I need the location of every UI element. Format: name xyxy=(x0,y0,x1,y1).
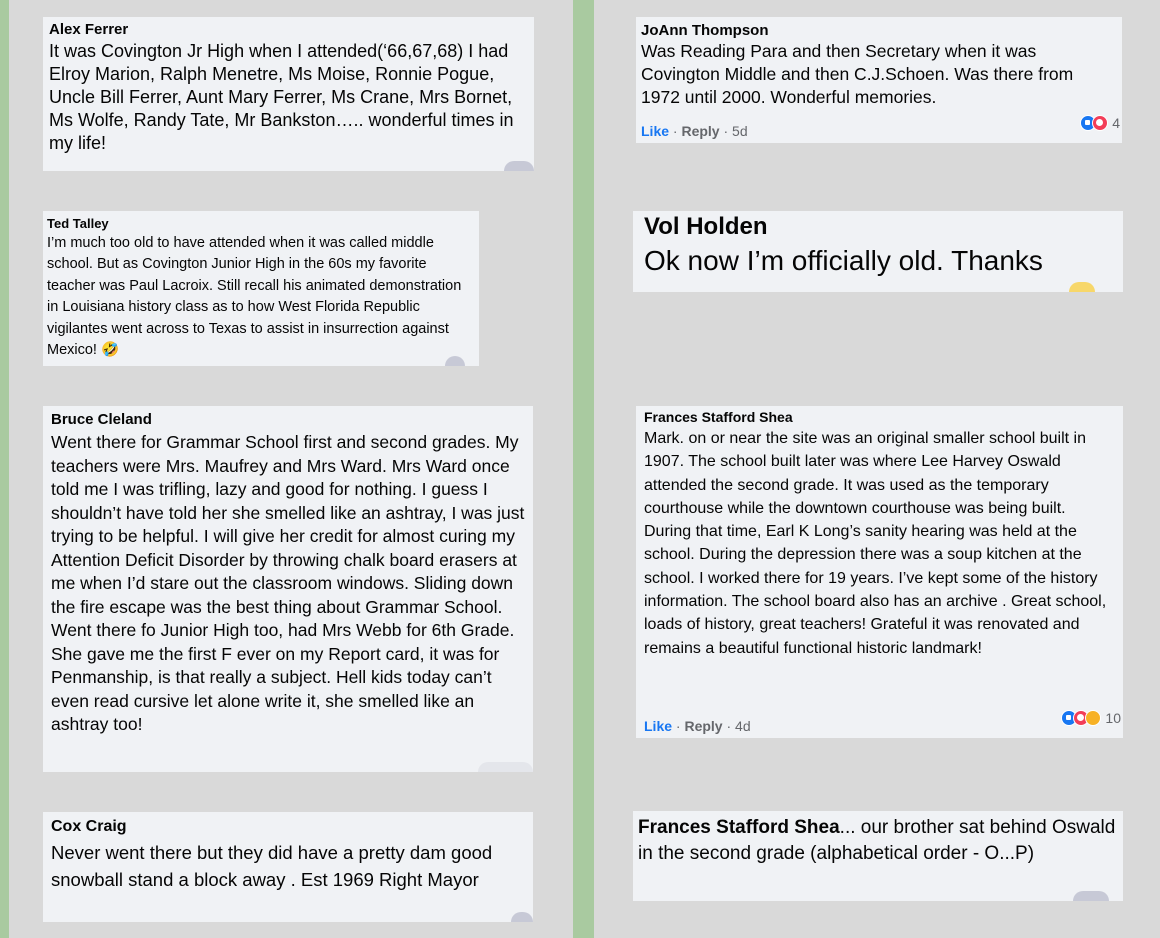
separator: · xyxy=(672,123,678,139)
comment-time[interactable]: 5d xyxy=(732,123,748,139)
comment-text: Never went there but they did have a pre… xyxy=(51,842,493,890)
comment-author[interactable]: Vol Holden xyxy=(644,211,1117,243)
comment-bruce-cleland: Bruce Cleland Went there for Grammar Sch… xyxy=(43,406,533,772)
reaction-badge xyxy=(1069,282,1095,292)
separator: · xyxy=(723,123,729,139)
reaction-count: 4 xyxy=(1112,115,1120,131)
like-link[interactable]: Like xyxy=(644,718,672,734)
comment-author[interactable]: Cox Craig xyxy=(51,815,527,839)
reaction-count: 10 xyxy=(1105,710,1121,726)
comment-joann-thompson: JoAnn Thompson Was Reading Para and then… xyxy=(636,17,1122,143)
comment-text: Went there for Grammar School first and … xyxy=(51,432,525,734)
comment-cox-craig: Cox Craig Never went there but they did … xyxy=(43,812,533,922)
reaction-badge xyxy=(478,762,533,772)
comment-author[interactable]: Frances Stafford Shea xyxy=(644,408,1117,427)
reaction-summary[interactable]: 4 xyxy=(1080,115,1120,131)
care-icon xyxy=(1085,710,1102,726)
comment-time[interactable]: 4d xyxy=(735,718,751,734)
reaction-badge xyxy=(1073,891,1109,901)
separator: · xyxy=(726,718,732,734)
comment-text: Mark. on or near the site was an origina… xyxy=(644,430,1107,657)
comment-actions: Like · Reply · 4d xyxy=(644,718,751,734)
comment-author[interactable]: Alex Ferrer xyxy=(49,20,526,40)
comment-text: I’m much too old to have attended when i… xyxy=(47,235,462,359)
comment-vol-holden: Vol Holden Ok now I’m officially old. Th… xyxy=(633,211,1123,292)
comment-alex-ferrer: Alex Ferrer It was Covington Jr High whe… xyxy=(43,17,534,171)
reply-link[interactable]: Reply xyxy=(681,123,719,139)
separator: · xyxy=(675,718,681,734)
reply-link[interactable]: Reply xyxy=(684,718,722,734)
comment-actions: Like · Reply · 5d xyxy=(641,123,748,139)
comment-author[interactable]: JoAnn Thompson xyxy=(641,21,1116,40)
left-divider xyxy=(0,0,9,938)
reaction-summary[interactable]: 10 xyxy=(1061,710,1121,726)
comment-text: It was Covington Jr High when I attended… xyxy=(49,41,514,153)
love-icon xyxy=(1092,115,1109,131)
comment-author[interactable]: Ted Talley xyxy=(47,215,473,233)
comment-frances-stafford-shea-reply: Frances Stafford Shea... our brother sat… xyxy=(633,811,1123,901)
reaction-badge xyxy=(511,912,533,922)
comment-text: Was Reading Para and then Secretary when… xyxy=(641,41,1074,107)
center-divider xyxy=(573,0,594,938)
like-link[interactable]: Like xyxy=(641,123,669,139)
comment-author[interactable]: Bruce Cleland xyxy=(51,409,527,431)
reaction-badge xyxy=(504,161,534,171)
comment-frances-stafford-shea: Frances Stafford Shea Mark. on or near t… xyxy=(636,406,1123,738)
comment-author[interactable]: Frances Stafford Shea xyxy=(638,817,840,838)
comment-ted-talley: Ted Talley I’m much too old to have atte… xyxy=(43,211,479,366)
comment-text: Ok now I’m officially old. Thanks xyxy=(644,245,1043,276)
